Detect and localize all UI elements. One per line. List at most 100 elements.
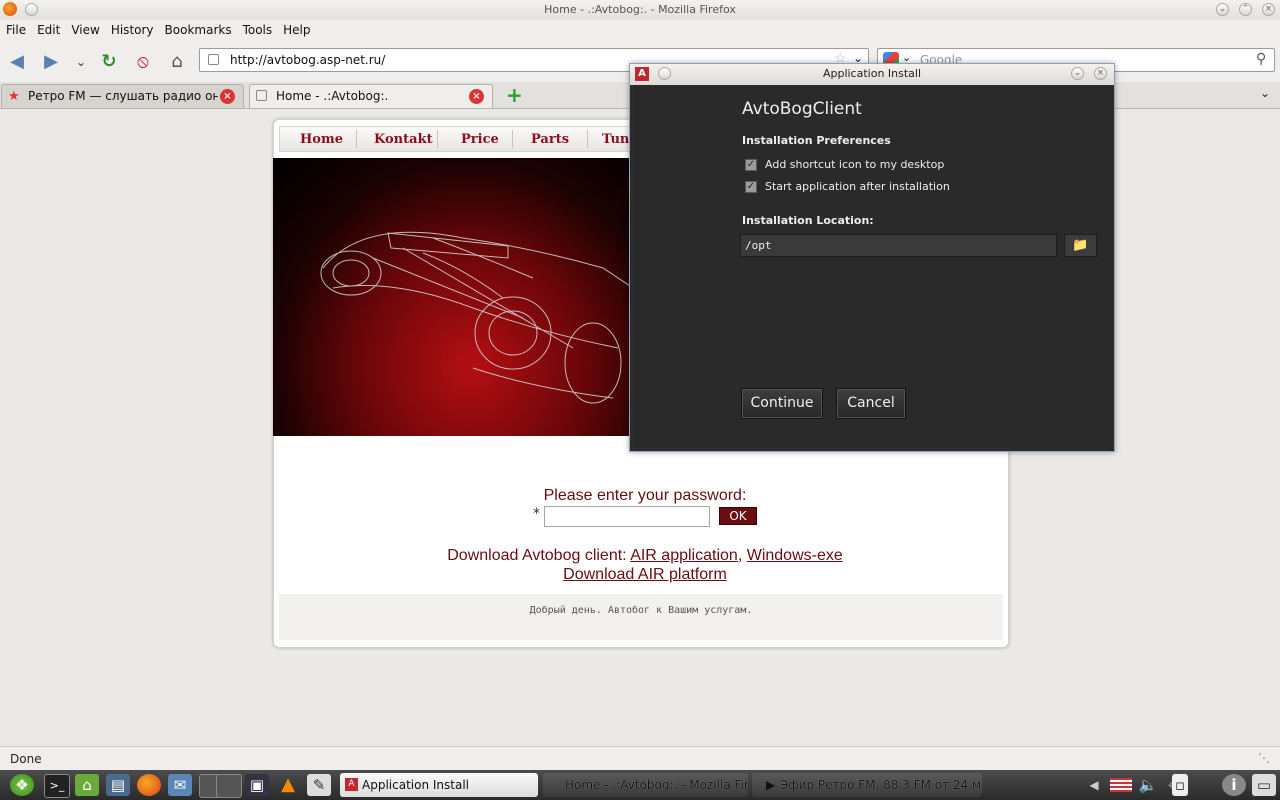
- password-prompt: Please enter your password:: [543, 487, 747, 504]
- dialog-close-button[interactable]: ×: [1094, 67, 1107, 80]
- menu-file[interactable]: File: [0, 20, 31, 37]
- forward-arrow-icon[interactable]: ▶: [40, 51, 62, 73]
- star-icon: ★: [8, 89, 20, 104]
- mail-icon[interactable]: ✉: [168, 774, 192, 796]
- nav-separator: [587, 130, 588, 148]
- status-text: Done: [10, 752, 42, 766]
- task-application-install[interactable]: A Application Install: [340, 773, 538, 797]
- resize-grip-icon[interactable]: ⋱: [1258, 751, 1270, 765]
- location-heading: Installation Location:: [742, 214, 874, 227]
- nav-separator: [512, 130, 513, 148]
- network-icon[interactable]: ▤: [106, 774, 130, 796]
- site-nav-price[interactable]: Price: [461, 132, 499, 147]
- back-arrow-icon[interactable]: ◀: [6, 51, 28, 73]
- menu-help[interactable]: Help: [277, 20, 315, 37]
- close-tab-icon[interactable]: ×: [469, 89, 484, 104]
- menu-bar: File Edit View History Bookmarks Tools Help: [0, 20, 1280, 41]
- folder-icon: 📁: [1072, 238, 1089, 253]
- vlc-icon[interactable]: ▲: [276, 774, 300, 796]
- required-marker: *: [533, 506, 540, 522]
- search-icon[interactable]: ⚲: [1256, 51, 1266, 67]
- nav-separator: [437, 130, 438, 148]
- windows-exe-link[interactable]: Windows-exe: [747, 547, 843, 564]
- site-footer: [279, 594, 1003, 640]
- download-prefix: Download Avtobog client:: [447, 547, 631, 564]
- tab-label: Home - .:Avtobog:.: [276, 89, 389, 103]
- task-label: Эфир Ретро FM, 88.3 FM от 24 мая: [780, 778, 982, 792]
- wireframe-car-illustration: [320, 231, 633, 404]
- close-window-button[interactable]: ×: [1262, 3, 1275, 16]
- shortcut-checkbox[interactable]: ✓: [745, 159, 757, 171]
- tab-list-icon[interactable]: ⌄: [1260, 86, 1270, 100]
- site-nav-kontakt[interactable]: Kontakt: [374, 132, 433, 147]
- continue-button[interactable]: Continue: [741, 388, 823, 419]
- stop-icon[interactable]: ⦸: [132, 51, 154, 73]
- new-tab-icon[interactable]: +: [506, 83, 523, 107]
- file-manager-icon[interactable]: ⌂: [75, 774, 99, 796]
- text-editor-icon[interactable]: ✎: [307, 774, 331, 796]
- password-input[interactable]: [544, 506, 710, 527]
- menu-history[interactable]: History: [105, 20, 159, 37]
- task-label: Home - .:Avtobog:. - Mozilla Firefox: [565, 778, 748, 792]
- site-identity-icon[interactable]: [208, 54, 219, 65]
- hero-image: [273, 158, 633, 436]
- start-app-checkbox[interactable]: ✓: [745, 181, 757, 193]
- minimize-button[interactable]: ⌄: [1216, 3, 1229, 16]
- image-viewer-icon[interactable]: ▣: [245, 774, 269, 796]
- terminal-icon[interactable]: >_: [44, 774, 70, 798]
- task-label: Application Install: [362, 778, 469, 792]
- taskbar: ❖ >_ ⌂ ▤ ✉ ▣ ▲ ✎ A Application Install H…: [0, 770, 1280, 800]
- download-client-line: Download Avtobog client: AIR application…: [273, 547, 1017, 565]
- tab-label: Ретро FM — слушать радио онл...: [28, 89, 218, 103]
- shortcut-option-label: Add shortcut icon to my desktop: [765, 158, 945, 171]
- tab-avtobog[interactable]: Home - .:Avtobog:. ×: [249, 84, 493, 108]
- download-air-line: Download AIR platform: [273, 566, 1017, 584]
- menu-view[interactable]: View: [65, 20, 104, 37]
- us-flag-icon[interactable]: [1110, 778, 1132, 792]
- nav-separator: [356, 130, 357, 148]
- reload-icon[interactable]: ↻: [98, 51, 120, 73]
- dialog-titlebar: A Application Install ⌄ ×: [630, 64, 1114, 85]
- site-nav-home[interactable]: Home: [300, 132, 343, 147]
- page-icon: [256, 90, 267, 101]
- firefox-launcher-icon[interactable]: [137, 774, 161, 796]
- adobe-air-icon: A: [345, 778, 358, 791]
- close-tab-icon[interactable]: ×: [220, 89, 235, 104]
- footer-greeting: Добрый день. Автобог к Вашим услугам.: [529, 605, 753, 616]
- show-desktop-icon[interactable]: ▭: [1252, 774, 1276, 796]
- history-dropdown-icon[interactable]: ⌄: [70, 51, 92, 73]
- menu-tools[interactable]: Tools: [237, 20, 278, 37]
- window-title: Home - .:Avtobog:. - Mozilla Firefox: [544, 3, 736, 16]
- download-air-platform-link[interactable]: Download AIR platform: [563, 566, 727, 583]
- cancel-button[interactable]: Cancel: [836, 388, 906, 419]
- volume-icon[interactable]: 🔈: [1136, 774, 1160, 796]
- menu-bookmarks[interactable]: Bookmarks: [159, 20, 237, 37]
- play-icon: ▶: [766, 778, 776, 792]
- air-application-link[interactable]: AIR application: [630, 547, 738, 564]
- install-location-input[interactable]: /opt: [740, 234, 1057, 257]
- tab-retro-fm[interactable]: ★ Ретро FM — слушать радио онл... ×: [1, 84, 244, 108]
- clipboard-icon[interactable]: ▫: [1172, 774, 1188, 796]
- task-media-player[interactable]: ▶ Эфир Ретро FM, 88.3 FM от 24 мая: [752, 773, 982, 797]
- ok-button[interactable]: OK: [719, 507, 757, 525]
- window-titlebar: Home - .:Avtobog:. - Mozilla Firefox ⌄ ⌃…: [0, 0, 1280, 21]
- start-menu-icon[interactable]: ❖: [10, 774, 34, 796]
- dialog-title: Application Install: [822, 67, 922, 80]
- tray-scroll-left-icon[interactable]: ◀: [1082, 774, 1106, 796]
- home-icon[interactable]: ⌂: [166, 51, 188, 73]
- menu-edit[interactable]: Edit: [31, 20, 65, 37]
- site-nav-parts[interactable]: Parts: [531, 132, 569, 147]
- link-comma: ,: [737, 547, 743, 564]
- task-firefox[interactable]: Home - .:Avtobog:. - Mozilla Firefox: [543, 773, 748, 797]
- info-icon[interactable]: i: [1222, 774, 1246, 796]
- url-text: http://avtobog.asp-net.ru/: [230, 53, 386, 67]
- maximize-button[interactable]: ⌃: [1239, 3, 1252, 16]
- desktop-pager-2-icon[interactable]: [216, 774, 242, 798]
- browse-folder-button[interactable]: 📁: [1064, 234, 1097, 257]
- install-location-value: /opt: [745, 239, 772, 252]
- dialog-minimize-button[interactable]: ⌄: [1071, 67, 1084, 80]
- start-app-option-label: Start application after installation: [765, 180, 950, 193]
- app-name: AvtoBogClient: [742, 99, 862, 119]
- status-bar: Done ⋱: [0, 746, 1280, 771]
- prefs-heading: Installation Preferences: [742, 134, 891, 147]
